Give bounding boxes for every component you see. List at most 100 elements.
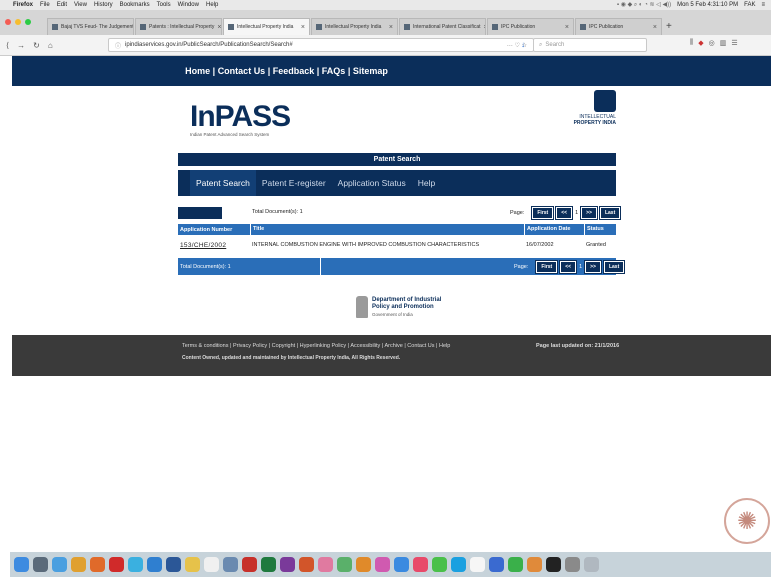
prev-page-button[interactable]: << [559, 260, 578, 274]
tab-patent-search[interactable]: Patent Search [190, 170, 256, 196]
word-icon[interactable] [166, 557, 181, 572]
numbers-icon[interactable] [508, 557, 523, 572]
first-page-button[interactable]: First [535, 260, 559, 274]
tab-application-status[interactable]: Application Status [332, 170, 412, 196]
powerpoint-icon[interactable] [299, 557, 314, 572]
faqs-link[interactable]: FAQs [322, 66, 346, 76]
finder-icon[interactable] [14, 557, 29, 572]
os-menu-edit[interactable]: Edit [57, 2, 67, 8]
forward-icon[interactable]: → [17, 41, 25, 50]
close-tab-icon[interactable]: × [217, 24, 221, 31]
minimize-window-button[interactable] [15, 19, 21, 25]
close-tab-icon[interactable]: × [484, 24, 485, 31]
browser-tab[interactable]: Patents : Intellectual Property × [135, 18, 222, 35]
back-search-button[interactable] [178, 207, 222, 219]
os-menu-file[interactable]: File [40, 2, 50, 8]
sync-icon[interactable]: ◎ [709, 39, 715, 47]
onenote-icon[interactable] [280, 557, 295, 572]
user-name[interactable]: FAK [744, 2, 755, 8]
appstore-icon[interactable] [394, 557, 409, 572]
preview-icon[interactable] [223, 557, 238, 572]
notes-icon[interactable] [185, 557, 200, 572]
url-bar[interactable]: ⓘ ipindiaservices.gov.in/PublicSearch/Pu… [108, 38, 534, 52]
section-title: Patent Search [178, 153, 616, 166]
menu-list-icon[interactable]: ≡ [761, 2, 765, 8]
application-number-link[interactable]: 153/CHE/2002 [178, 242, 250, 249]
search-input[interactable]: ⌕ Search [533, 38, 647, 52]
status-icons[interactable]: ▪ ◉ ◆ ⌕ ◐ ◔ ≋ ◁ ◀)) [617, 1, 671, 9]
calendar-icon[interactable] [204, 557, 219, 572]
browser-tab-active[interactable]: Intellectual Property India × [223, 18, 310, 35]
browser-tab[interactable]: IPC Publication × [487, 18, 574, 35]
safari-icon[interactable] [52, 557, 67, 572]
music-icon[interactable] [413, 557, 428, 572]
ip-india-logo[interactable]: INTELLECTUAL PROPERTY INDIA [564, 90, 616, 142]
home-link[interactable]: Home [185, 66, 210, 76]
menu-icon[interactable]: ☰ [731, 39, 737, 47]
clock[interactable]: Mon 5 Feb 4:31:10 PM [677, 2, 738, 8]
extension-icon[interactable]: ◆ [698, 39, 703, 47]
next-page-button[interactable]: >> [580, 206, 598, 220]
tab-patent-e-register[interactable]: Patent E-register [256, 170, 332, 196]
close-tab-icon[interactable]: × [565, 24, 569, 31]
tab-help[interactable]: Help [412, 170, 441, 196]
messages-icon[interactable] [128, 557, 143, 572]
prev-page-button[interactable]: << [555, 206, 574, 220]
browser-tab[interactable]: International Patent Classificat× [399, 18, 486, 35]
contact-us-link[interactable]: Contact Us [218, 66, 266, 76]
pages-icon[interactable] [527, 557, 542, 572]
skype-icon[interactable] [451, 557, 466, 572]
opera-icon[interactable] [109, 557, 124, 572]
reminders-icon[interactable] [470, 557, 485, 572]
browser-tab[interactable]: Intellectual Property India × [311, 18, 398, 35]
last-page-button[interactable]: Last [602, 260, 626, 274]
excel-icon[interactable] [261, 557, 276, 572]
close-tab-icon[interactable]: × [301, 24, 305, 31]
first-page-button[interactable]: First [531, 206, 555, 220]
itunes-icon[interactable] [375, 557, 390, 572]
os-menu-bookmarks[interactable]: Bookmarks [120, 2, 150, 8]
home-icon[interactable]: ⌂ [48, 41, 53, 50]
inpass-logo[interactable]: InPASS Indian Patent Advanced Search Sys… [190, 102, 300, 144]
close-window-button[interactable] [5, 19, 11, 25]
sitemap-link[interactable]: Sitemap [353, 66, 388, 76]
new-tab-icon[interactable]: + [663, 21, 675, 35]
os-menu-view[interactable]: View [74, 2, 87, 8]
mail-icon[interactable] [147, 557, 162, 572]
os-menu-window[interactable]: Window [178, 2, 199, 8]
os-menu-tools[interactable]: Tools [157, 2, 171, 8]
maps-icon[interactable] [337, 557, 352, 572]
os-menu-firefox[interactable]: Firefox [13, 2, 33, 8]
settings-icon[interactable] [565, 557, 580, 572]
os-menu-help[interactable]: Help [206, 2, 218, 8]
footer-links[interactable]: Terms & conditions | Privacy Policy | Co… [182, 343, 450, 349]
zoom-window-button[interactable] [25, 19, 31, 25]
terminal-icon[interactable] [546, 557, 561, 572]
browser-tab[interactable]: IPC Publication × [575, 18, 662, 35]
reload-icon[interactable]: ↻ [33, 41, 40, 50]
firefox-icon[interactable] [90, 557, 105, 572]
trash-icon[interactable] [584, 557, 599, 572]
download-icon[interactable]: ↓ [521, 40, 525, 49]
acrobat-icon[interactable] [242, 557, 257, 572]
page-number[interactable]: 1 [579, 264, 582, 270]
last-page-button[interactable]: Last [598, 206, 622, 220]
facetime-icon[interactable] [432, 557, 447, 572]
feedback-link[interactable]: Feedback [273, 66, 315, 76]
launchpad-icon[interactable] [33, 557, 48, 572]
close-tab-icon[interactable]: × [653, 24, 657, 31]
os-menu-history[interactable]: History [94, 2, 113, 8]
keynote-icon[interactable] [489, 557, 504, 572]
dipp-logo[interactable]: Department of Industrial Policy and Prom… [356, 296, 441, 318]
sidebar-icon[interactable]: ▥ [720, 39, 727, 47]
close-tab-icon[interactable]: × [389, 24, 393, 31]
next-page-button[interactable]: >> [584, 260, 602, 274]
info-icon[interactable]: ⓘ [115, 41, 121, 50]
back-icon[interactable]: ⟨ [6, 41, 9, 50]
browser-tab[interactable]: Bajaj TVS Feud- The Judgement× [47, 18, 134, 35]
library-icon[interactable]: ⫼ [690, 39, 693, 47]
books-icon[interactable] [356, 557, 371, 572]
chrome-icon[interactable] [71, 557, 86, 572]
photos-icon[interactable] [318, 557, 333, 572]
page-number[interactable]: 1 [575, 210, 578, 216]
